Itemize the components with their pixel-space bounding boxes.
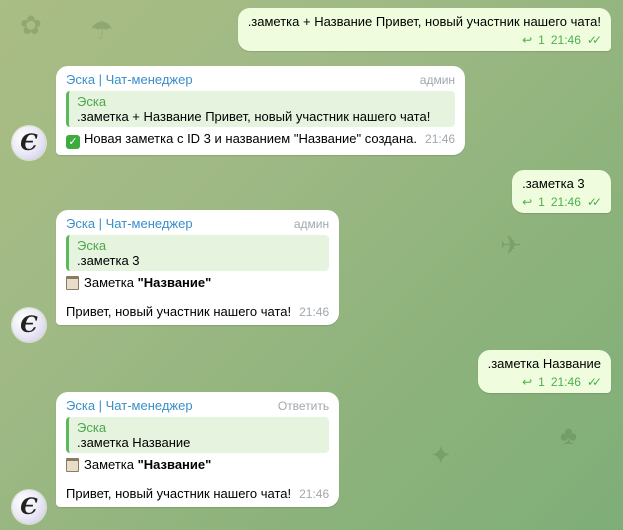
- chat-area: ✿ ☂ ✈ ♣ ✦ .заметка + Название Привет, но…: [0, 0, 623, 530]
- background-doodle-icon: ♣: [560, 420, 578, 450]
- message-time: 21:46: [299, 305, 330, 319]
- message-time: 21:46: [299, 487, 330, 501]
- message-text: .заметка + Название Привет, новый участн…: [247, 14, 601, 29]
- message-text: .заметка Название: [487, 356, 601, 371]
- note-title: "Название": [137, 275, 212, 290]
- avatar-glyph: Є: [20, 494, 38, 520]
- background-doodle-icon: ✈: [500, 230, 522, 260]
- message-meta: ↩ 1 21:46 ✓✓: [248, 33, 602, 47]
- message-time: 21:46: [550, 375, 581, 389]
- reply-count: 1: [538, 33, 545, 47]
- quote-sender: Эска: [77, 420, 107, 435]
- message-time: 21:46: [425, 132, 456, 146]
- message-meta: ↩ 1 21:46 ✓✓: [488, 375, 602, 389]
- note-title: "Название": [137, 457, 212, 472]
- message-text: Новая заметка с ID 3 и названием "Назван…: [84, 131, 418, 146]
- reply-button[interactable]: Ответить: [278, 399, 329, 413]
- quote-sender: Эска: [77, 238, 107, 253]
- message-time: 21:46: [550, 33, 581, 47]
- bot-avatar[interactable]: Є: [12, 490, 46, 524]
- note-prefix: Заметка: [84, 457, 138, 472]
- sender-name[interactable]: Эска | Чат-менеджер: [66, 398, 193, 413]
- quote-sender: Эска: [77, 94, 107, 109]
- reply-arrow-icon[interactable]: ↩: [522, 195, 532, 209]
- sender-name[interactable]: Эска | Чат-менеджер: [66, 72, 193, 87]
- quote-text: .заметка Название: [77, 435, 191, 450]
- note-prefix: Заметка: [84, 275, 138, 290]
- background-doodle-icon: ✿: [20, 10, 42, 40]
- outgoing-message[interactable]: .заметка 3 ↩ 1 21:46 ✓✓: [512, 170, 611, 213]
- outgoing-message[interactable]: .заметка + Название Привет, новый участн…: [237, 8, 611, 51]
- reply-count: 1: [538, 195, 545, 209]
- incoming-message[interactable]: Эска | Чат-менеджер админ Эска .заметка …: [56, 66, 466, 155]
- avatar-glyph: Є: [20, 130, 38, 156]
- bot-avatar[interactable]: Є: [12, 308, 46, 342]
- double-check-icon: ✓✓: [586, 375, 602, 389]
- reply-quote[interactable]: Эска .заметка Название: [66, 417, 330, 453]
- message-time: 21:46: [550, 195, 581, 209]
- message-text: Привет, новый участник нашего чата!: [66, 304, 292, 319]
- reply-quote[interactable]: Эска .заметка + Название Привет, новый у…: [66, 91, 456, 127]
- message-meta: ↩ 1 21:46 ✓✓: [522, 195, 602, 209]
- incoming-message[interactable]: Эска | Чат-менеджер админ Эска .заметка …: [56, 210, 340, 325]
- check-mark-icon: ✓: [66, 135, 80, 149]
- double-check-icon: ✓✓: [586, 195, 602, 209]
- reply-arrow-icon[interactable]: ↩: [522, 33, 532, 47]
- sender-name[interactable]: Эска | Чат-менеджер: [66, 216, 193, 231]
- quote-text: .заметка 3: [77, 253, 140, 268]
- double-check-icon: ✓✓: [586, 33, 602, 47]
- incoming-message[interactable]: Эска | Чат-менеджер Ответить Эска .замет…: [56, 392, 340, 507]
- bot-avatar[interactable]: Є: [12, 126, 46, 160]
- reply-quote[interactable]: Эска .заметка 3: [66, 235, 330, 271]
- background-doodle-icon: ✦: [430, 440, 452, 470]
- reply-arrow-icon[interactable]: ↩: [522, 375, 532, 389]
- avatar-glyph: Є: [20, 312, 38, 338]
- background-doodle-icon: ☂: [90, 15, 114, 45]
- message-text: .заметка 3: [522, 176, 585, 191]
- sender-role-badge: админ: [419, 72, 456, 87]
- notebook-icon: [66, 276, 79, 290]
- reply-count: 1: [538, 375, 545, 389]
- message-text: Привет, новый участник нашего чата!: [66, 486, 292, 501]
- outgoing-message[interactable]: .заметка Название ↩ 1 21:46 ✓✓: [477, 350, 611, 393]
- sender-role-badge: админ: [293, 216, 330, 231]
- quote-text: .заметка + Название Привет, новый участн…: [77, 109, 431, 124]
- notebook-icon: [66, 458, 79, 472]
